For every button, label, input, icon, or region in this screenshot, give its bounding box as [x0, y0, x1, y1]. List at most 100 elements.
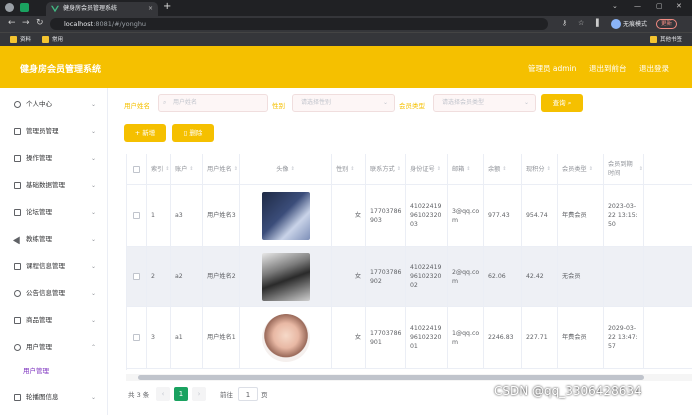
add-button[interactable]: + 新增: [124, 124, 166, 142]
sidebar-item-operation[interactable]: 操作管理 ⌄: [0, 145, 108, 172]
account-text: a3: [175, 212, 183, 219]
sidebar-item-base-data[interactable]: 基础数据管理 ⌄: [0, 172, 108, 199]
browser-tab[interactable]: 健身房会员管理系统 ×: [46, 2, 158, 16]
address-bar-row: ← → ↻ localhost:8081/#/yonghu ⚷ ☆ ▌ 无痕模式…: [0, 16, 692, 32]
member-type-select[interactable]: 请选择会员类型 ⌄: [433, 94, 536, 112]
sort-icon[interactable]: ⇕: [437, 165, 441, 174]
other-bookmarks[interactable]: 其他书签: [650, 36, 682, 44]
sidebar: 个人中心 ⌄ 管理员管理 ⌄ 操作管理 ⌄ 基础数据管理 ⌄ 论坛管理 ⌄ 教练管理 ⌄ 课…: [0, 88, 108, 415]
bookmark-star-icon[interactable]: ☆: [578, 19, 584, 27]
chevron-down-icon: ⌄: [90, 394, 96, 401]
column-header-label: 头像: [276, 165, 289, 173]
browser-menu-icon[interactable]: [5, 3, 14, 12]
sort-icon[interactable]: ⇕: [397, 165, 401, 174]
sidebar-item-coach[interactable]: 教练管理 ⌄: [0, 226, 108, 253]
sidebar-item-goods[interactable]: 商品管理 ⌄: [0, 307, 108, 334]
close-window-icon[interactable]: ✕: [676, 2, 682, 10]
sidebar-item-admin[interactable]: 管理员管理 ⌄: [0, 118, 108, 145]
sort-icon[interactable]: ⇕: [589, 165, 593, 174]
gender-cell: 女: [332, 247, 366, 307]
document-icon: [14, 155, 21, 162]
column-header-label: 现积分: [526, 165, 545, 173]
select-all-checkbox[interactable]: [127, 154, 147, 185]
sort-icon[interactable]: ⇕: [547, 165, 551, 174]
sidebar-item-course[interactable]: 课程信息管理 ⌄: [0, 253, 108, 280]
index-cell: 1: [147, 185, 171, 247]
clock-icon: [14, 344, 21, 351]
sidebar-item-carousel[interactable]: 轮播图信息 ⌄: [0, 384, 108, 411]
phone-text: 17703786902: [370, 268, 402, 285]
back-to-front-link[interactable]: 退出到前台: [589, 63, 627, 74]
member-cell: 年费会员: [558, 307, 604, 369]
sort-icon[interactable]: ⇕: [189, 165, 193, 174]
gender-select[interactable]: 请选择性别 ⌄: [292, 94, 395, 112]
prev-page-button[interactable]: ‹: [156, 387, 170, 401]
sidebar-item-profile[interactable]: 个人中心 ⌄: [0, 91, 108, 118]
sort-icon[interactable]: ⇕: [165, 165, 169, 174]
avatar-cell: [240, 247, 332, 307]
bookmark-folder-1[interactable]: 资料: [10, 36, 31, 44]
delete-button[interactable]: ▯ 删除: [172, 124, 214, 142]
balance-text: 2246.83: [488, 334, 514, 341]
chevron-down-icon: ⌄: [382, 99, 388, 106]
phone-cell: 17703786901: [366, 307, 406, 369]
next-page-button[interactable]: ›: [192, 387, 206, 401]
sort-icon[interactable]: ⇕: [466, 165, 470, 174]
folder-icon: [42, 36, 49, 43]
submenu-user-management[interactable]: 用户管理: [0, 362, 108, 380]
key-icon[interactable]: ⚷: [562, 19, 567, 27]
checkbox[interactable]: [133, 212, 140, 219]
vue-logo-icon: [51, 5, 59, 13]
maximize-icon[interactable]: ▢: [656, 2, 663, 10]
page-number-button[interactable]: 1: [174, 387, 188, 401]
column-header-label: 邮箱: [452, 165, 465, 173]
row-checkbox-cell[interactable]: [127, 185, 147, 247]
sidebar-item-forum[interactable]: 论坛管理 ⌄: [0, 199, 108, 226]
scroll-thumb[interactable]: [138, 375, 644, 380]
sort-icon[interactable]: ⇕: [502, 165, 506, 174]
idcard-cell: 410224199610232002: [406, 247, 448, 307]
name-cell: 用户姓名1: [203, 307, 240, 369]
checkbox[interactable]: [133, 165, 140, 173]
bookmark-folder-2[interactable]: 常用: [42, 36, 63, 44]
chevron-up-icon: ⌃: [90, 344, 96, 351]
horizontal-scrollbar[interactable]: [126, 374, 692, 381]
update-button[interactable]: 更新: [656, 19, 678, 29]
incognito-avatar-icon[interactable]: [611, 19, 621, 29]
browser-tab-strip: 健身房会员管理系统 × + ⌄ — ▢ ✕: [0, 0, 692, 16]
sidepanel-icon[interactable]: ▌: [596, 19, 601, 27]
pinned-tab-icon[interactable]: [20, 3, 29, 12]
account-cell: a3: [171, 185, 203, 247]
sort-icon[interactable]: ⇕: [291, 165, 295, 174]
row-checkbox-cell[interactable]: [127, 307, 147, 369]
row-checkbox-cell[interactable]: [127, 247, 147, 307]
sidebar-item-notice[interactable]: 公告信息管理 ⌄: [0, 280, 108, 307]
logout-link[interactable]: 退出登录: [639, 63, 669, 74]
goto-page-input[interactable]: 1: [238, 387, 258, 401]
new-tab-icon[interactable]: +: [163, 1, 171, 12]
column-header: 用户姓名 ⇕: [203, 154, 240, 185]
sidebar-item-users[interactable]: 用户管理 ⌃: [0, 334, 108, 361]
tab-search-icon[interactable]: ⌄: [612, 2, 618, 10]
avatar-cell: [240, 307, 332, 369]
forward-icon[interactable]: →: [22, 18, 30, 28]
close-tab-icon[interactable]: ×: [148, 2, 153, 16]
url-input[interactable]: localhost:8081/#/yonghu: [50, 18, 548, 30]
filter-name-label: 用户姓名: [124, 102, 150, 110]
column-header-label: 会员类型: [562, 165, 587, 173]
sort-icon[interactable]: ⇕: [639, 165, 643, 174]
idcard-cell: 410224199610232003: [406, 185, 448, 247]
checkbox[interactable]: [133, 273, 140, 280]
sort-icon[interactable]: ⇕: [234, 165, 238, 174]
index-text: 2: [151, 273, 155, 280]
minimize-icon[interactable]: —: [634, 2, 641, 10]
account-cell: a2: [171, 247, 203, 307]
sort-icon[interactable]: ⇕: [350, 165, 354, 174]
reload-icon[interactable]: ↻: [36, 18, 44, 28]
phone-cell: 17703786902: [366, 247, 406, 307]
back-icon[interactable]: ←: [8, 18, 16, 28]
search-button[interactable]: 查询 ⌕: [541, 94, 583, 112]
name-search-input[interactable]: ⌕ 用户姓名: [158, 94, 268, 112]
email-cell: 2@qq.com: [448, 247, 484, 307]
checkbox[interactable]: [133, 334, 140, 341]
